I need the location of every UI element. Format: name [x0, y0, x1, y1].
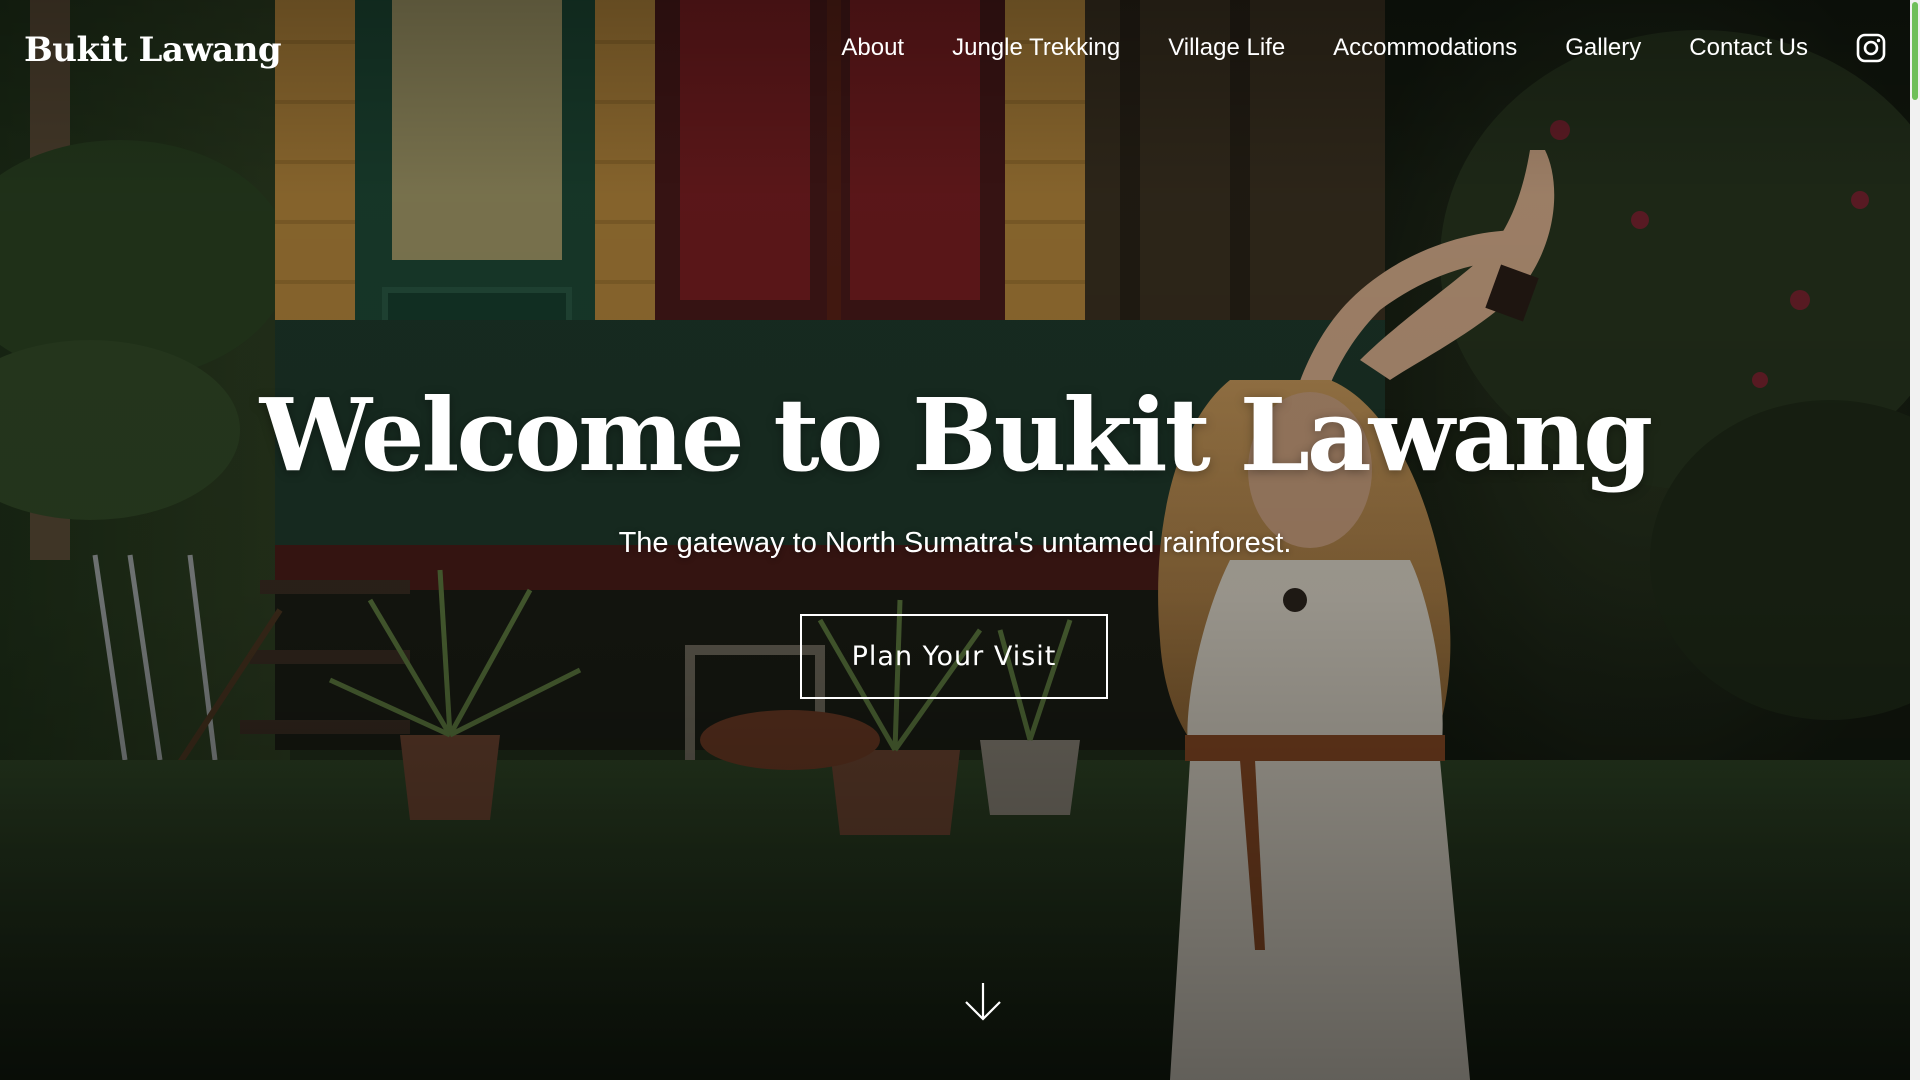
scrollbar-thumb[interactable] [1912, 2, 1918, 100]
nav-link-contact-us[interactable]: Contact Us [1689, 34, 1808, 62]
page: Bukit Lawang About Jungle Trekking Villa… [0, 0, 1920, 1080]
arrow-down-icon [965, 983, 1001, 1021]
main-nav: About Jungle Trekking Village Life Accom… [841, 33, 1886, 63]
nav-link-accommodations[interactable]: Accommodations [1333, 34, 1517, 62]
scroll-down-button[interactable] [962, 980, 1004, 1022]
instagram-icon [1856, 33, 1886, 63]
site-header: Bukit Lawang About Jungle Trekking Villa… [0, 0, 1910, 96]
instagram-link[interactable] [1856, 33, 1886, 63]
hero-background-image [0, 0, 1910, 1080]
vertical-scrollbar[interactable] [1910, 0, 1920, 1080]
nav-link-gallery[interactable]: Gallery [1565, 34, 1641, 62]
site-logo[interactable]: Bukit Lawang [24, 30, 282, 70]
nav-link-about[interactable]: About [841, 34, 904, 62]
plan-your-visit-button[interactable]: Plan Your Visit [800, 614, 1108, 699]
nav-link-village-life[interactable]: Village Life [1168, 34, 1285, 62]
nav-link-jungle-trekking[interactable]: Jungle Trekking [952, 34, 1120, 62]
